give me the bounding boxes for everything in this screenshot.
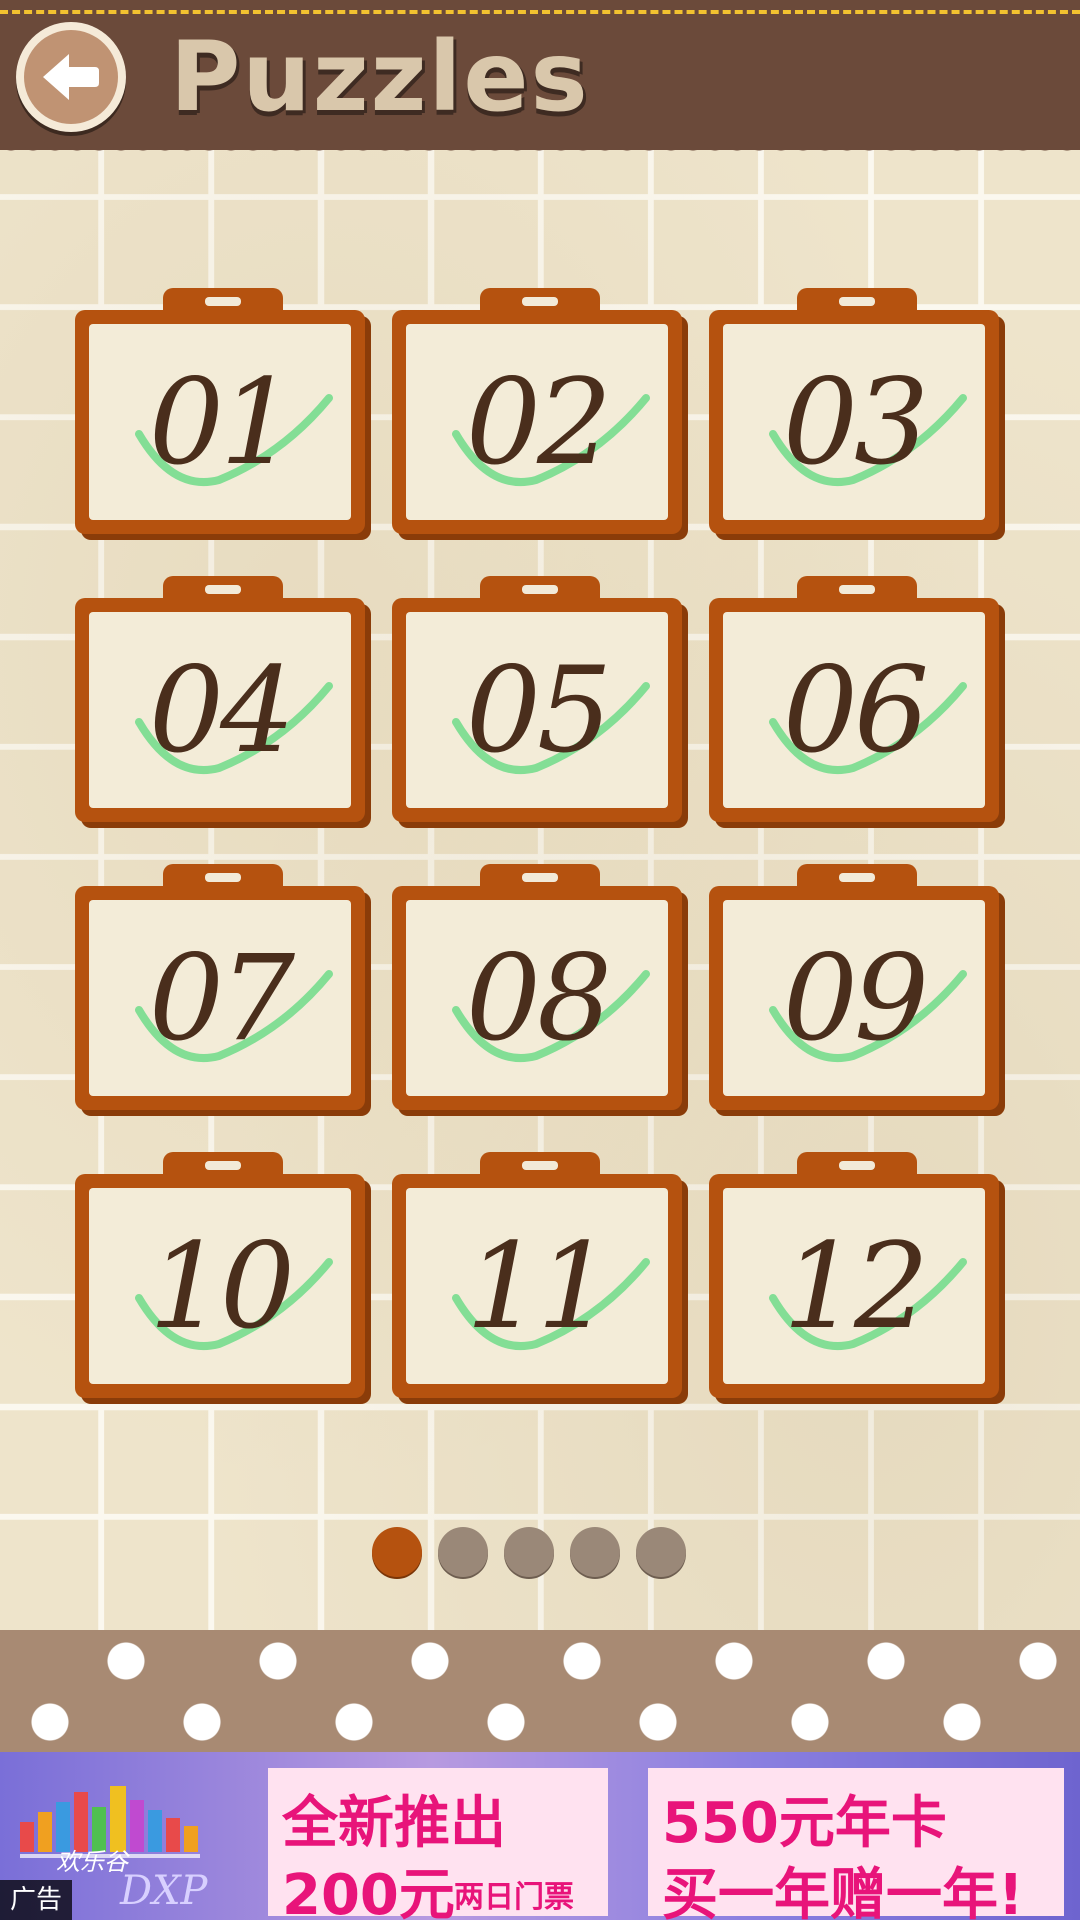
clipboard-board: 10 [75, 1174, 365, 1398]
ad-right-line1: 550元年卡 [662, 1791, 947, 1856]
clipboard-paper: 06 [723, 612, 985, 808]
clipboard-paper: 09 [723, 900, 985, 1096]
clipboard-paper: 12 [723, 1188, 985, 1384]
ad-banner[interactable]: 欢乐谷 DXP 全新推出 200元 两日门票 550元年卡 买一年赠一年! [0, 1752, 1080, 1920]
page-dot[interactable] [504, 1527, 554, 1577]
clipboard-board: 02 [392, 310, 682, 534]
header-stitching [0, 10, 1080, 14]
clipboard-board: 12 [709, 1174, 999, 1398]
puzzle-number: 08 [465, 929, 612, 1067]
puzzle-number: 06 [782, 641, 929, 779]
ad-right-line2: 买一年赠一年! [662, 1863, 1024, 1920]
puzzle-number: 12 [782, 1217, 929, 1355]
puzzle-tile[interactable]: 03 [709, 288, 1005, 540]
clipboard-board: 05 [392, 598, 682, 822]
puzzle-number: 02 [465, 353, 612, 491]
puzzle-tile[interactable]: 01 [75, 288, 371, 540]
page-title: Puzzles [170, 21, 590, 133]
puzzle-number: 07 [148, 929, 295, 1067]
puzzle-tile[interactable]: 09 [709, 864, 1005, 1116]
ad-left-line2: 200元 [282, 1863, 455, 1920]
puzzle-number: 01 [148, 353, 295, 491]
ad-left-line1: 全新推出 [282, 1791, 506, 1856]
page-dot[interactable] [570, 1527, 620, 1577]
puzzle-tile[interactable]: 06 [709, 576, 1005, 828]
clipboard-paper: 08 [406, 900, 668, 1096]
page-dot[interactable] [636, 1527, 686, 1577]
clipboard-paper: 01 [89, 324, 351, 520]
puzzle-tile[interactable]: 04 [75, 576, 371, 828]
puzzle-tile[interactable]: 12 [709, 1152, 1005, 1404]
clipboard-paper: 10 [89, 1188, 351, 1384]
puzzle-tile[interactable]: 07 [75, 864, 371, 1116]
arrow-left-icon [43, 54, 99, 100]
ad-left-line2-small: 两日门票 [454, 1880, 574, 1915]
clipboard-board: 07 [75, 886, 365, 1110]
clipboard-paper: 05 [406, 612, 668, 808]
puzzle-number: 09 [782, 929, 929, 1067]
ad-logo-text: 欢乐谷 [56, 1848, 128, 1876]
clipboard-paper: 11 [406, 1188, 668, 1384]
ad-label: 广告 [0, 1880, 72, 1920]
puzzle-tile[interactable]: 11 [392, 1152, 688, 1404]
header-bar: Puzzles [0, 0, 1080, 162]
clipboard-board: 01 [75, 310, 365, 534]
back-button[interactable] [16, 22, 126, 132]
clipboard-board: 09 [709, 886, 999, 1110]
clipboard-paper: 07 [89, 900, 351, 1096]
ad-offer-left: 全新推出 200元 两日门票 [268, 1768, 608, 1920]
puzzle-tile[interactable]: 08 [392, 864, 688, 1116]
clipboard-paper: 02 [406, 324, 668, 520]
page-indicator [372, 1527, 686, 1579]
clipboard-paper: 03 [723, 324, 985, 520]
clipboard-board: 04 [75, 598, 365, 822]
puzzle-number: 04 [148, 641, 295, 779]
ad-offer-right: 550元年卡 买一年赠一年! [648, 1768, 1064, 1920]
clipboard-board: 03 [709, 310, 999, 534]
puzzle-tile[interactable]: 02 [392, 288, 688, 540]
polka-dot-band [0, 1630, 1080, 1752]
puzzle-number: 11 [465, 1217, 612, 1355]
page-dot-active[interactable] [372, 1527, 422, 1577]
header-scallop-edge [0, 140, 1080, 162]
puzzle-number: 10 [148, 1217, 295, 1355]
puzzle-number: 05 [465, 641, 612, 779]
puzzle-number: 03 [782, 353, 929, 491]
back-button-face[interactable] [24, 30, 118, 124]
ad-logo-sub: DXP [120, 1868, 208, 1914]
clipboard-board: 11 [392, 1174, 682, 1398]
puzzle-tile[interactable]: 10 [75, 1152, 371, 1404]
puzzle-tile[interactable]: 05 [392, 576, 688, 828]
clipboard-board: 06 [709, 598, 999, 822]
clipboard-paper: 04 [89, 612, 351, 808]
page-dot[interactable] [438, 1527, 488, 1577]
clipboard-board: 08 [392, 886, 682, 1110]
